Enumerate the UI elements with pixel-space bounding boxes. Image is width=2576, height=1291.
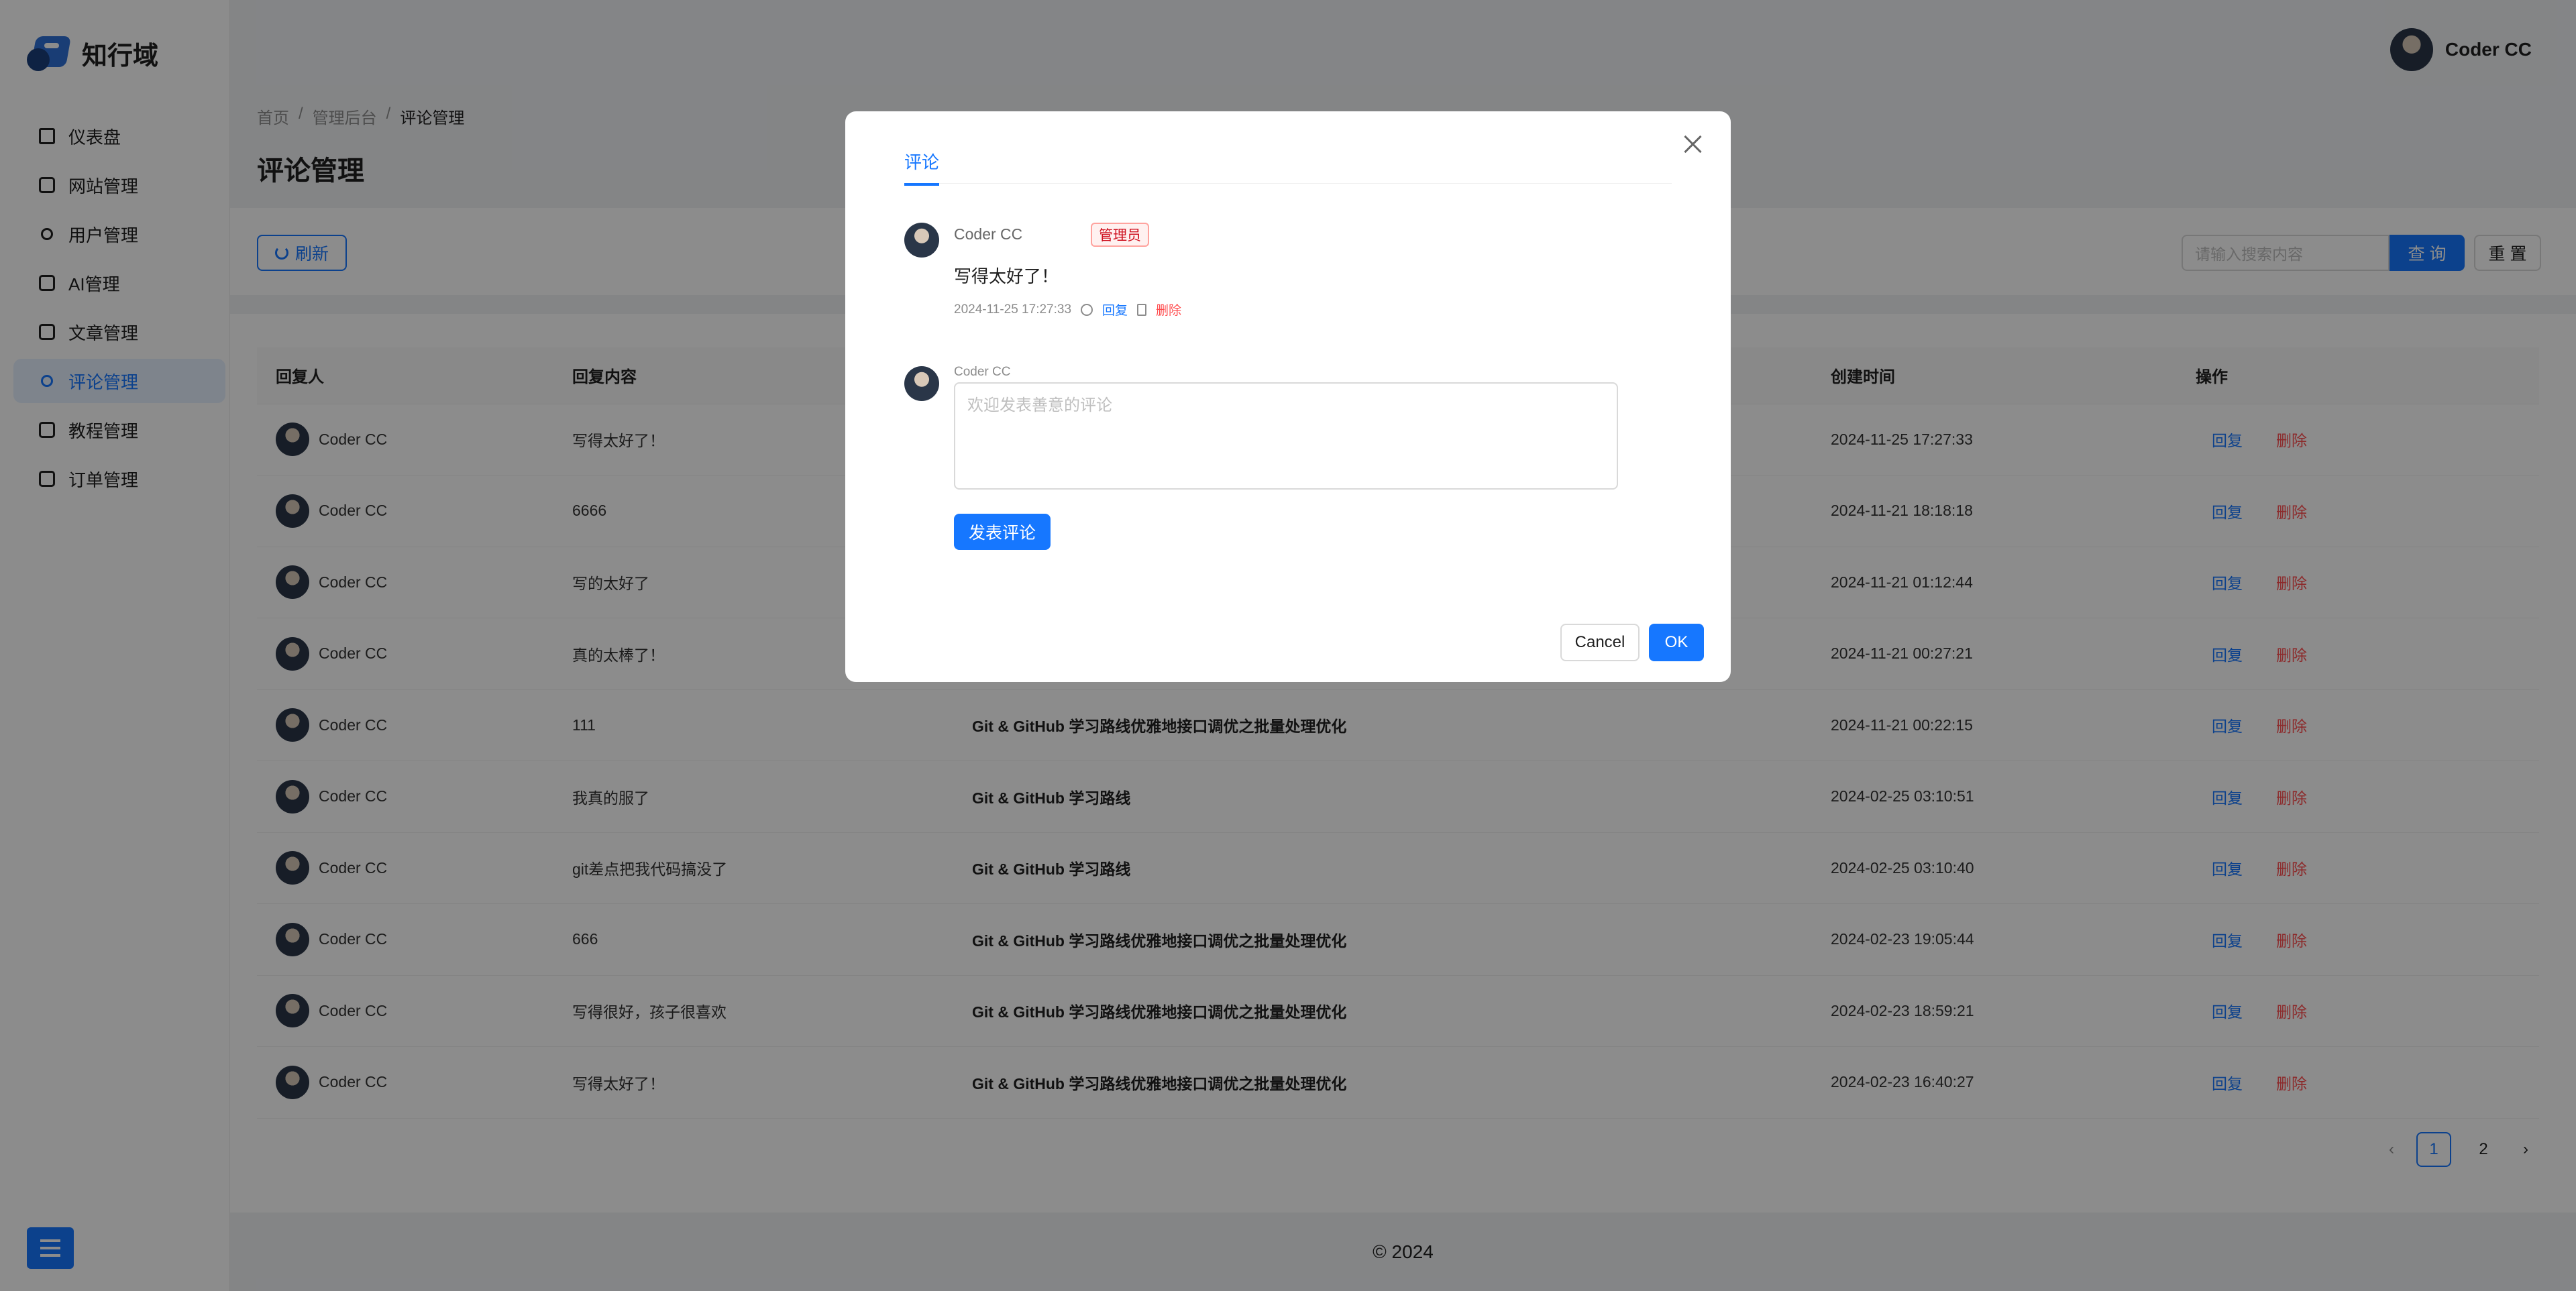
- close-icon[interactable]: [1680, 131, 1707, 158]
- comment-meta: 2024-11-25 17:27:33 回复 删除: [954, 300, 1181, 319]
- admin-badge: 管理员: [1091, 223, 1149, 247]
- comment-textarea[interactable]: 欢迎发表善意的评论: [954, 382, 1618, 490]
- editor-author: Coder CC: [954, 365, 1011, 379]
- comment-reply-button[interactable]: 回复: [1102, 300, 1128, 319]
- ok-button[interactable]: OK: [1649, 624, 1704, 661]
- comment-author: Coder CC: [954, 225, 1023, 243]
- cancel-button[interactable]: Cancel: [1560, 624, 1640, 661]
- submit-comment-button[interactable]: 发表评论: [954, 514, 1051, 550]
- comment-text: 写得太好了！: [954, 266, 1059, 286]
- comment-time: 2024-11-25 17:27:33: [954, 302, 1072, 317]
- comment-delete-button[interactable]: 删除: [1156, 300, 1181, 319]
- tab-comments[interactable]: 评论: [904, 149, 940, 186]
- reply-icon: [1081, 303, 1093, 316]
- trash-icon: [1137, 303, 1147, 316]
- comment-modal: 评论 Coder CC 管理员 写得太好了！ 2024-11-25 17:27:…: [845, 111, 1731, 682]
- avatar: [904, 366, 939, 401]
- avatar: [904, 223, 939, 258]
- modal-tabs: 评论: [904, 149, 1672, 186]
